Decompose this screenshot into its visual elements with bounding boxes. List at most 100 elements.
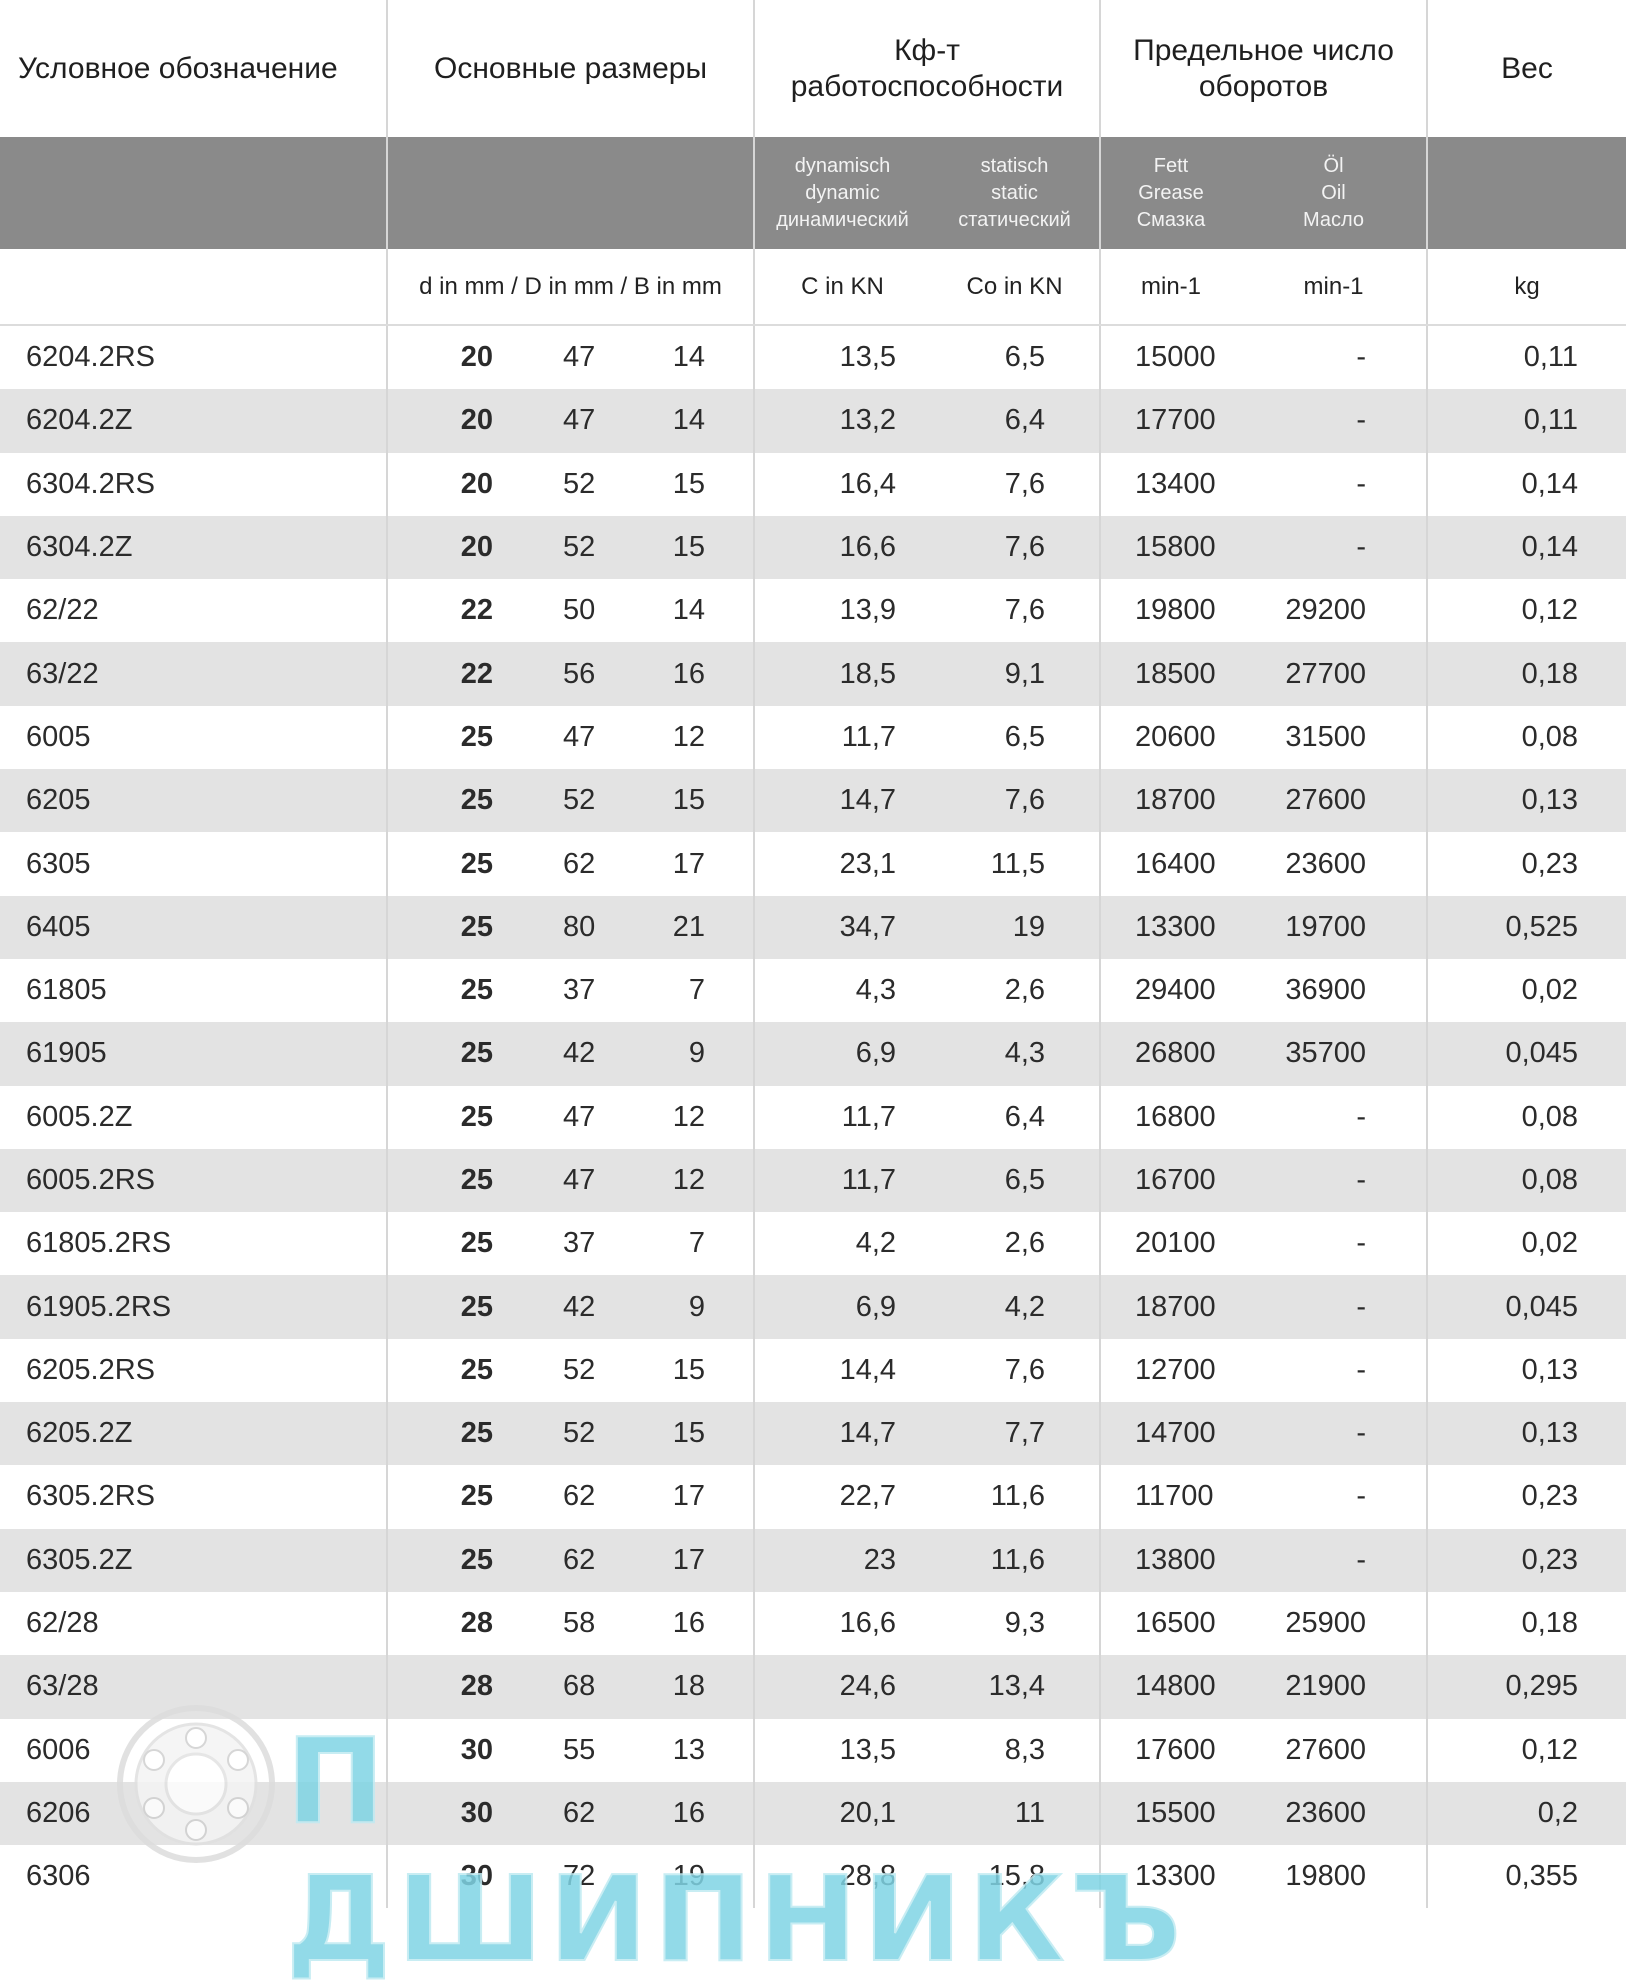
cell-c-dynamic: 13,9 xyxy=(839,594,897,627)
cell-designation: 61805.2RS xyxy=(0,1212,388,1276)
cell-designation: 6205.2Z xyxy=(0,1402,388,1466)
cell-designation: 6204.2Z xyxy=(0,389,388,453)
cell-weight: 0,23 xyxy=(1427,1528,1626,1592)
units-dimensions: d in mm / D in mm / B in mm xyxy=(387,249,756,326)
subheader-grease-en: Grease xyxy=(1138,181,1204,204)
cell-B: 16 xyxy=(613,1781,756,1846)
header-capacity: Кф-т работоспособности xyxy=(754,0,1102,137)
cell-d: 25 xyxy=(387,1275,513,1339)
cell-c-dynamic: 13,2 xyxy=(754,389,931,453)
cell-speed-oil: - xyxy=(1241,1528,1429,1592)
units-empty-code xyxy=(0,249,388,326)
cell-D: 42 xyxy=(513,1022,613,1086)
cell-designation: 6005.2Z xyxy=(0,1085,388,1149)
cell-designation: 62/28 xyxy=(0,1591,388,1656)
cell-weight: 0,08 xyxy=(1521,1100,1579,1133)
cell-c-dynamic: 14,7 xyxy=(754,769,931,833)
table-row: 61905 25 42 9 6,9 4,3 26800 35700 0,045 xyxy=(0,1022,1626,1086)
cell-co-static: 4,3 xyxy=(930,1022,1102,1086)
subheader-oil-en: Oil xyxy=(1321,181,1346,204)
cell-weight: 0,08 xyxy=(1427,1148,1626,1213)
cell-speed-oil: 25900 xyxy=(1241,1591,1429,1656)
cell-speed-grease: 17700 xyxy=(1100,389,1242,453)
cell-d: 25 xyxy=(460,1480,493,1513)
cell-designation: 6206 xyxy=(0,1781,388,1846)
table-row: 6206 30 62 16 20,1 11 15500 23600 0,2 xyxy=(0,1781,1626,1846)
cell-speed-grease: 18700 xyxy=(1100,1275,1242,1339)
cell-d: 20 xyxy=(387,515,513,580)
cell-B: 15 xyxy=(613,452,756,516)
cell-B: 14 xyxy=(613,389,756,453)
cell-designation: 6205 xyxy=(0,769,388,833)
cell-c-dynamic: 6,9 xyxy=(754,1275,931,1339)
cell-weight: 0,045 xyxy=(1427,1275,1626,1339)
cell-B: 7 xyxy=(613,1212,756,1276)
cell-D: 52 xyxy=(513,769,613,833)
cell-co-static: 7,7 xyxy=(930,1402,1102,1466)
cell-speed-grease: 16400 xyxy=(1135,847,1216,880)
cell-designation: 6005.2RS xyxy=(0,1148,388,1213)
cell-D: 42 xyxy=(513,1275,613,1339)
cell-B: 16 xyxy=(613,642,756,706)
cell-d: 25 xyxy=(387,769,513,833)
cell-co-static: 9,1 xyxy=(930,642,1102,706)
header-dimensions: Основные размеры xyxy=(387,0,756,137)
subheader-dynamic: dynamisch dynamic динамический xyxy=(754,137,931,249)
subheader-grease-de: Fett xyxy=(1153,154,1189,177)
cell-B: 15 xyxy=(613,1402,756,1466)
cell-designation: 63/22 xyxy=(0,642,388,706)
cell-weight: 0,13 xyxy=(1427,769,1626,833)
cell-designation: 62/22 xyxy=(0,579,388,643)
cell-speed-oil: 21900 xyxy=(1241,1655,1429,1719)
cell-co-static: 8,3 xyxy=(930,1718,1102,1782)
subheader-static-de: statisch xyxy=(980,154,1049,177)
cell-speed-grease: 16700 xyxy=(1100,1148,1242,1213)
subheader-empty-weight xyxy=(1427,137,1626,249)
cell-co-static: 11 xyxy=(930,1781,1102,1846)
table-row: 6005.2Z 25 47 12 11,7 6,4 16800- 0,08 xyxy=(0,1085,1626,1149)
cell-d: 20 xyxy=(387,389,513,453)
table-row: 61805 25 37 7 4,3 2,6 29400 36900 0,02 xyxy=(0,958,1626,1023)
cell-c-dynamic: 11,7 xyxy=(841,1100,897,1133)
cell-c-dynamic: 28,8 xyxy=(839,1860,897,1893)
cell-weight: 0,23 xyxy=(1521,1480,1579,1513)
cell-speed-grease: 18700 xyxy=(1100,769,1242,833)
header-weight: Вес xyxy=(1501,51,1553,85)
cell-d: 25 xyxy=(460,974,493,1007)
cell-weight: 0,18 xyxy=(1521,1607,1579,1640)
cell-B: 17 xyxy=(613,1465,756,1529)
cell-D: 80 xyxy=(513,895,613,959)
cell-speed-grease: 13300 xyxy=(1135,1860,1216,1893)
subheader-static: statisch static статический xyxy=(930,137,1102,249)
cell-D: 68 xyxy=(513,1655,613,1719)
cell-B: 15 xyxy=(613,1338,756,1403)
cell-speed-grease: 26800 xyxy=(1100,1022,1242,1086)
table-row: 6205.2Z 25 52 15 14,7 7,7 14700-0,13 xyxy=(0,1402,1626,1466)
cell-designation: 61905 xyxy=(0,1022,388,1086)
cell-co-static: 7,6 xyxy=(930,515,1102,580)
cell-speed-oil: 29200 xyxy=(1241,579,1429,643)
subheader-oil-ru: Масло xyxy=(1303,208,1365,231)
cell-d: 20 xyxy=(460,467,493,500)
cell-weight: 0,11 xyxy=(1523,341,1579,374)
cell-speed-grease: 16500 xyxy=(1135,1607,1216,1640)
cell-speed-grease: 20600 xyxy=(1135,720,1216,753)
cell-d: 25 xyxy=(387,895,513,959)
subheader-empty-code xyxy=(0,137,388,249)
cell-weight: 0,13 xyxy=(1427,1402,1626,1466)
cell-weight: 0,525 xyxy=(1427,895,1626,959)
cell-D: 50 xyxy=(563,594,596,627)
table-row: 62/22 22 50 14 13,9 7,6 19800 29200 0,12 xyxy=(0,579,1626,643)
header-speed-line2: оборотов xyxy=(1198,69,1329,103)
cell-B: 14 xyxy=(613,579,756,643)
cell-c-dynamic: 14,4 xyxy=(839,1353,897,1386)
cell-co-static: 7,6 xyxy=(930,1338,1102,1403)
cell-weight: 0,12 xyxy=(1521,1733,1579,1766)
table-row: 6304.2Z 20 52 15 16,6 7,6 15800-0,14 xyxy=(0,515,1626,580)
cell-speed-oil: 23600 xyxy=(1241,832,1429,896)
cell-c-dynamic: 13,5 xyxy=(839,1733,897,1766)
cell-c-dynamic: 6,9 xyxy=(754,1022,931,1086)
cell-designation: 6204.2RS xyxy=(0,325,388,390)
cell-speed-grease: 17600 xyxy=(1135,1733,1216,1766)
cell-c-dynamic: 22,7 xyxy=(839,1480,897,1513)
